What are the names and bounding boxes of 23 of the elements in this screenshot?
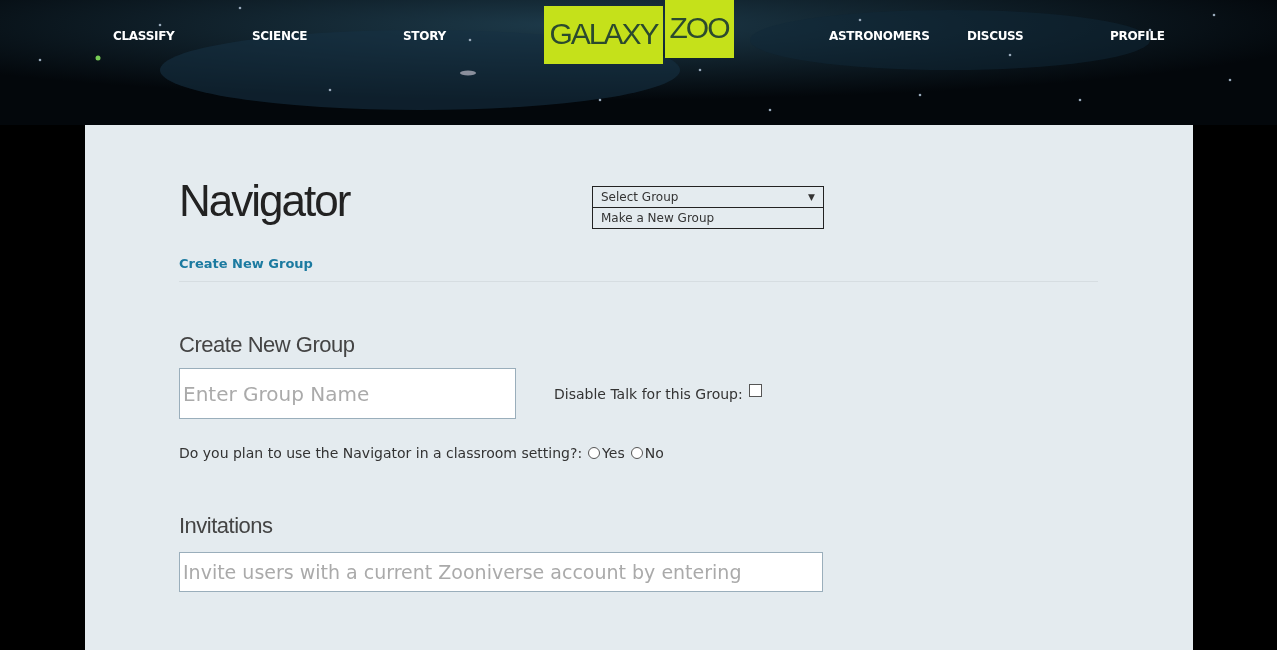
radio-label: No: [644, 445, 664, 461]
nav-link[interactable]: CLASSIFY: [113, 29, 252, 43]
caret-icon: ▼: [808, 191, 815, 203]
create-group-link[interactable]: Create New Group: [179, 256, 313, 271]
checkbox-label: Disable Talk for this Group:: [554, 385, 743, 402]
nav-link[interactable]: SCIENCE: [252, 29, 403, 43]
input-field[interactable]: Invite users with a current Zooniverse account by entering: [179, 552, 823, 592]
input-field[interactable]: Enter Group Name: [179, 368, 516, 419]
dropdown-option[interactable]: Make a New Group: [593, 208, 823, 228]
nav-link[interactable]: STORY: [403, 29, 446, 43]
nav-link[interactable]: DISCUSS: [967, 29, 1110, 43]
section-heading: Invitations: [179, 513, 274, 540]
radio-button[interactable]: [588, 447, 601, 459]
nav-link[interactable]: ASTRONOMERS: [829, 29, 967, 43]
section-heading: Create New Group: [179, 332, 356, 359]
radio-button[interactable]: [630, 447, 643, 459]
page-title: Navigator: [179, 176, 351, 226]
nav-link[interactable]: PROFILE: [1110, 29, 1165, 43]
checkbox[interactable]: [748, 384, 762, 397]
question-text: Do you plan to use the Navigator in a classroom setting?:: [179, 445, 583, 461]
group-select[interactable]: Select Group ▼ Make a New Group: [592, 186, 824, 229]
radio-label: Yes: [602, 445, 625, 461]
select-value: Select Group: [601, 191, 679, 203]
